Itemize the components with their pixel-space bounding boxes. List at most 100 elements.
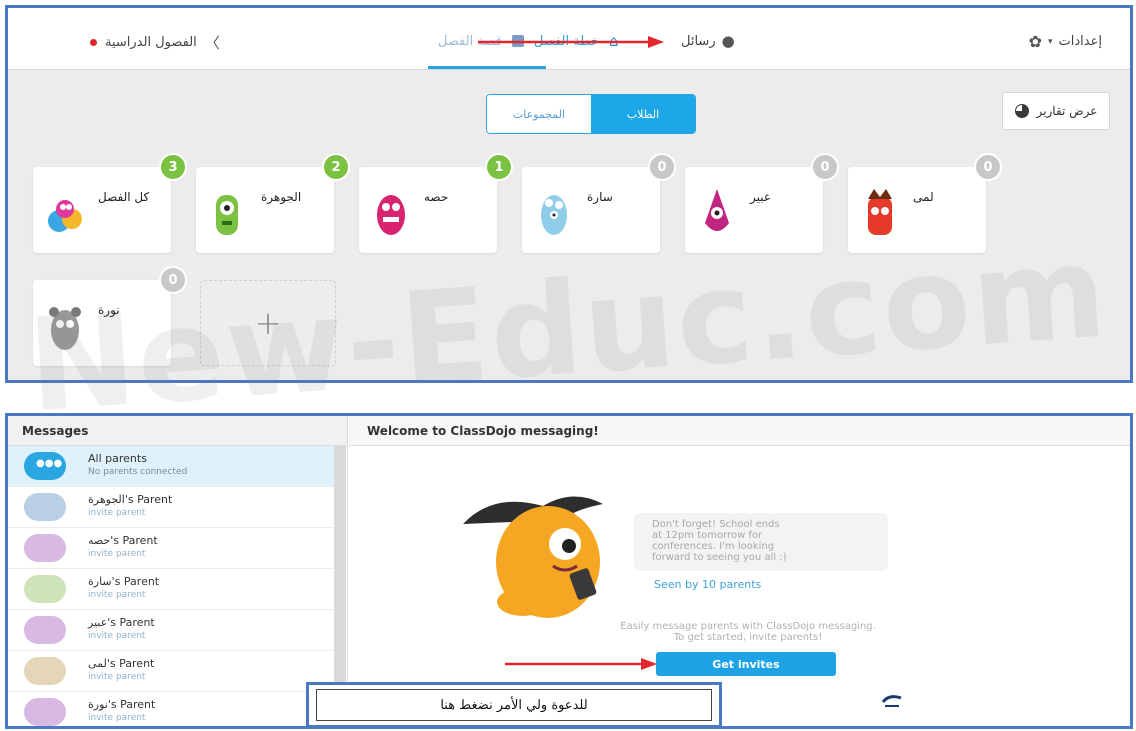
parent-avatar: [24, 534, 66, 562]
gray-monster-avatar-icon: [49, 307, 81, 350]
conversation-subtitle: No parents connected: [88, 467, 188, 477]
conversation-title: حصه's Parent: [88, 534, 158, 547]
parent-avatar: [24, 657, 66, 685]
settings-menu[interactable]: إعدادات ▾ ✿: [1029, 32, 1102, 51]
active-tab-indicator: [428, 66, 546, 69]
student-name: لمى: [913, 190, 934, 204]
pie-chart-icon: [1014, 104, 1029, 118]
parent-avatar: [24, 493, 66, 521]
plus-icon: +: [254, 304, 282, 342]
people-icon: ●●●: [36, 458, 63, 469]
invite-parent-link[interactable]: invite parent: [88, 549, 145, 559]
magenta-monster-avatar-icon: [705, 189, 729, 231]
reports-label: عرض تقارير: [1036, 104, 1098, 118]
dojo-mascot-illustration-icon: [463, 496, 603, 618]
tab-students[interactable]: الطلاب: [591, 95, 695, 133]
student-name: سارة: [587, 190, 613, 204]
parent-avatar: [24, 575, 66, 603]
speech-line: conferences. I'm looking: [652, 541, 775, 552]
get-invites-button[interactable]: Get invites: [656, 652, 836, 676]
blue-monster-avatar-icon: [541, 195, 567, 235]
sample-message-bubble: Don't forget! School ends at 12pm tomorr…: [634, 513, 888, 571]
callout-text: للدعوة ولي الأمر نضغط هنا: [316, 689, 712, 721]
conversation-item[interactable]: حصه's Parent invite parent: [8, 528, 334, 569]
red-dot-icon: [90, 39, 97, 46]
conversation-item[interactable]: لمى's Parent invite parent: [8, 651, 334, 692]
conversation-title: All parents: [88, 452, 147, 465]
student-card[interactable]: حصه: [359, 167, 497, 253]
sidebar-title: Messages: [8, 416, 347, 446]
pink-monster-avatar-icon: [377, 195, 405, 235]
student-name: الجوهرة: [261, 190, 302, 204]
conversation-title: لمى's Parent: [88, 657, 155, 670]
top-navbar: إعدادات ▾ ✿ رسائل ● قصة الفصل خطة الفصل …: [8, 8, 1130, 70]
conversation-item[interactable]: سارة's Parent invite parent: [8, 569, 334, 610]
students-label: الطلاب: [626, 107, 660, 121]
points-badge: 3: [159, 153, 187, 181]
conversation-item[interactable]: الجوهرة's Parent invite parent: [8, 487, 334, 528]
red-monster-avatar-icon: [868, 189, 892, 235]
student-name: نورة: [98, 303, 120, 317]
gear-icon: ✿: [1028, 32, 1043, 51]
chat-bubble-icon: ●: [721, 32, 735, 50]
student-name: كل الفصل: [98, 190, 150, 204]
parent-avatar: [24, 698, 66, 726]
points-badge: 0: [648, 153, 676, 181]
invite-parent-link[interactable]: invite parent: [88, 631, 145, 641]
messages-tab-label: رسائل: [681, 33, 716, 49]
onboarding-text: Easily message parents with ClassDojo me…: [538, 621, 958, 643]
points-badge: 0: [159, 266, 187, 294]
student-card-whole-class[interactable]: كل الفصل: [33, 167, 171, 253]
chevron-left-icon: 〈: [204, 34, 220, 52]
student-card[interactable]: لمى: [848, 167, 986, 253]
add-student-button[interactable]: +: [200, 280, 336, 366]
messaging-panel: Messages ●●● All parents No parents conn…: [5, 413, 1133, 729]
messaging-header: Welcome to ClassDojo messaging!: [349, 416, 1130, 446]
invite-parent-link[interactable]: invite parent: [88, 713, 145, 723]
student-card[interactable]: سارة: [522, 167, 660, 253]
conversation-title: الجوهرة's Parent: [88, 493, 173, 506]
instruction-callout: للدعوة ولي الأمر نضغط هنا: [306, 682, 722, 726]
points-badge: 1: [485, 153, 513, 181]
conversation-item[interactable]: نورة's Parent invite parent: [8, 692, 334, 726]
onboarding-line: Easily message parents with ClassDojo me…: [620, 621, 876, 632]
red-arrow-icon: [505, 658, 657, 670]
red-arrow-icon: [478, 36, 664, 48]
tab-messages[interactable]: رسائل ●: [681, 32, 735, 50]
seen-status: Seen by 10 parents: [654, 578, 762, 591]
conversation-title: عبير's Parent: [88, 616, 155, 629]
student-card[interactable]: الجوهرة: [196, 167, 334, 253]
settings-label: إعدادات: [1058, 34, 1102, 49]
screenshot: إعدادات ▾ ✿ رسائل ● قصة الفصل خطة الفصل …: [0, 0, 1136, 731]
points-badge: 0: [974, 153, 1002, 181]
caret-down-icon: ▾: [1048, 36, 1053, 47]
conversation-item[interactable]: عبير's Parent invite parent: [8, 610, 334, 651]
speech-line: at 12pm tomorrow for: [652, 530, 763, 541]
points-badge: 0: [811, 153, 839, 181]
conversation-title: نورة's Parent: [88, 698, 156, 711]
groups-label: المجموعات: [512, 107, 566, 121]
conversation-title: سارة's Parent: [88, 575, 160, 588]
monster-group-avatar-icon: [48, 200, 82, 232]
green-monster-avatar-icon: [216, 195, 238, 235]
student-card[interactable]: نورة: [33, 280, 171, 366]
student-card[interactable]: عبير: [685, 167, 823, 253]
view-reports-button[interactable]: عرض تقارير: [1002, 92, 1110, 130]
messages-sidebar: Messages ●●● All parents No parents conn…: [8, 416, 348, 726]
conversation-all-parents[interactable]: ●●● All parents No parents connected: [8, 446, 334, 487]
parent-avatar: [24, 616, 66, 644]
site-logo-icon: [881, 695, 902, 707]
back-to-classes[interactable]: الفصول الدراسية 〈: [90, 32, 220, 53]
view-toggle: المجموعات الطلاب: [486, 94, 696, 134]
classroom-panel: إعدادات ▾ ✿ رسائل ● قصة الفصل خطة الفصل …: [5, 5, 1133, 383]
speech-line: Don't forget! School ends: [652, 519, 780, 530]
student-name: عبير: [750, 190, 772, 204]
student-name: حصه: [424, 190, 449, 204]
invite-parent-link[interactable]: invite parent: [88, 590, 145, 600]
invite-parent-link[interactable]: invite parent: [88, 672, 145, 682]
onboarding-line: To get started, invite parents!: [673, 632, 823, 643]
points-badge: 2: [322, 153, 350, 181]
tab-groups[interactable]: المجموعات: [487, 95, 591, 133]
speech-line: forward to seeing you all :): [652, 552, 787, 563]
invite-parent-link[interactable]: invite parent: [88, 508, 145, 518]
